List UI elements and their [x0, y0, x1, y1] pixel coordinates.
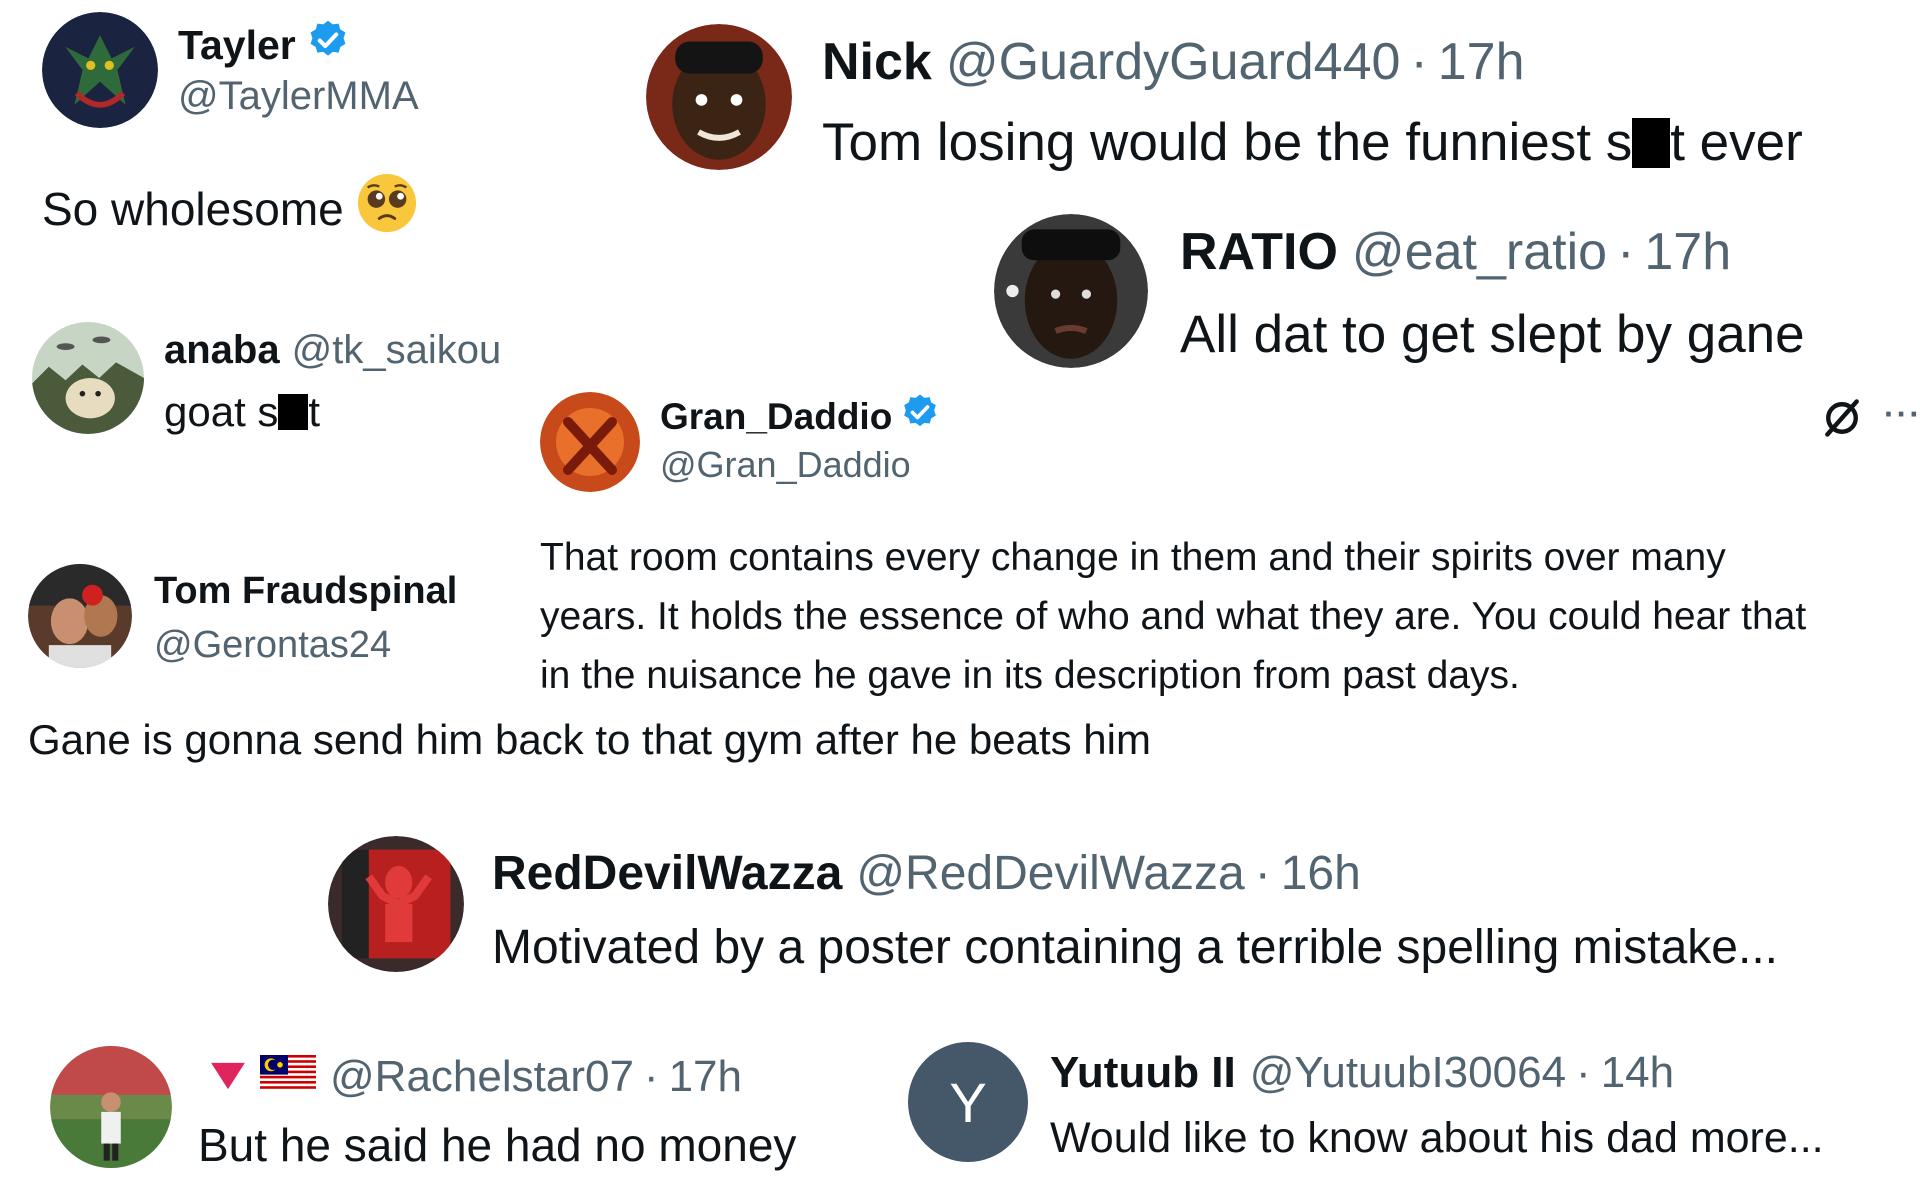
tweet-author-handle[interactable]: @TaylerMMA	[178, 74, 419, 119]
avatar-anaba[interactable]	[32, 322, 144, 434]
tweet-author-handle[interactable]: @YutuubI30064	[1250, 1048, 1566, 1098]
tweet-author-handle[interactable]: @RedDevilWazza	[856, 846, 1244, 901]
tweet-text: So wholesome	[42, 182, 344, 235]
tweet-author-name[interactable]: Yutuub II	[1050, 1048, 1236, 1098]
tweet-author-name[interactable]: Tom Fraudspinal	[154, 570, 457, 613]
grok-icon[interactable]	[1820, 396, 1864, 440]
tweet-author-name[interactable]: Gran_Daddio	[660, 396, 892, 438]
avatar-tom-fraudspinal[interactable]	[28, 564, 132, 668]
malaysia-flag-icon	[260, 1052, 316, 1102]
tweet-text: All dat to get slept by gane	[1180, 305, 1805, 364]
tweet-timestamp[interactable]: 17h	[1644, 222, 1731, 282]
separator-dot: ·	[1617, 223, 1635, 281]
avatar-reddevilwazza[interactable]	[328, 836, 464, 972]
separator-dot: ·	[1576, 1048, 1591, 1097]
verified-badge-icon	[900, 392, 940, 441]
tweet-text-end: t	[308, 388, 321, 435]
pleading-face-icon	[356, 172, 418, 245]
tweet-text: Gane is gonna send him back to that gym …	[28, 716, 1151, 763]
tweet-timestamp[interactable]: 17h	[669, 1052, 742, 1102]
tweet-author-name[interactable]: RedDevilWazza	[492, 846, 842, 901]
avatar-ratio[interactable]	[994, 214, 1148, 368]
dropdown-triangle-icon	[208, 1052, 248, 1102]
tweet-author-name[interactable]: anaba	[164, 328, 280, 373]
tweet-text: Would like to know about his dad more...	[1050, 1114, 1824, 1162]
avatar-gran-daddio[interactable]	[540, 392, 640, 492]
avatar-yutuub[interactable]: Y	[908, 1042, 1028, 1162]
avatar-letter: Y	[949, 1070, 987, 1134]
more-options-icon: ···	[1884, 396, 1920, 432]
tweet-author-name[interactable]: Tayler	[178, 22, 296, 69]
tweet-author-handle[interactable]: @Gran_Daddio	[660, 444, 911, 486]
tweet-text: But he said he had no money	[198, 1119, 797, 1171]
separator-dot: ·	[1254, 847, 1271, 900]
separator-dot: ·	[643, 1052, 659, 1101]
avatar-rachelstar07[interactable]	[50, 1046, 172, 1168]
tweet-text: goat s	[164, 388, 279, 435]
tweet-text-line: That room contains every change in them …	[540, 536, 1726, 579]
censor-bar	[278, 394, 309, 430]
tweet-text-line: in the nuisance he gave in its descripti…	[540, 654, 1520, 697]
tweet-author-handle[interactable]: @eat_ratio	[1352, 222, 1607, 282]
tweet-author-handle[interactable]: @Gerontas24	[154, 624, 391, 667]
tweet-author-name[interactable]: Nick	[822, 32, 932, 92]
separator-dot: ·	[1410, 33, 1428, 91]
censor-bar	[1632, 117, 1671, 168]
tweet-author-handle[interactable]: @GuardyGuard440	[946, 32, 1401, 92]
avatar-nick[interactable]	[646, 24, 792, 170]
tweet-timestamp[interactable]: 14h	[1601, 1048, 1674, 1098]
avatar-tayler[interactable]	[42, 12, 158, 128]
tweet-author-name[interactable]: RATIO	[1180, 222, 1338, 282]
tweet-text-line: years. It holds the essence of who and w…	[540, 595, 1807, 638]
tweet-timestamp[interactable]: 16h	[1281, 846, 1361, 901]
verified-badge-icon	[306, 18, 350, 72]
tweet-author-handle[interactable]: @tk_saikou	[292, 328, 502, 373]
tweet-text-end: t ever	[1670, 113, 1803, 172]
tweet-text: Tom losing would be the funniest s	[822, 113, 1633, 172]
tweet-text-body: That room contains every change in them …	[540, 528, 1806, 705]
tweet-author-handle[interactable]: @Rachelstar07	[330, 1052, 634, 1102]
tweet-timestamp[interactable]: 17h	[1438, 32, 1525, 92]
tweet-text: Motivated by a poster containing a terri…	[492, 921, 1778, 974]
more-options-button[interactable]: ···	[1884, 396, 1920, 436]
